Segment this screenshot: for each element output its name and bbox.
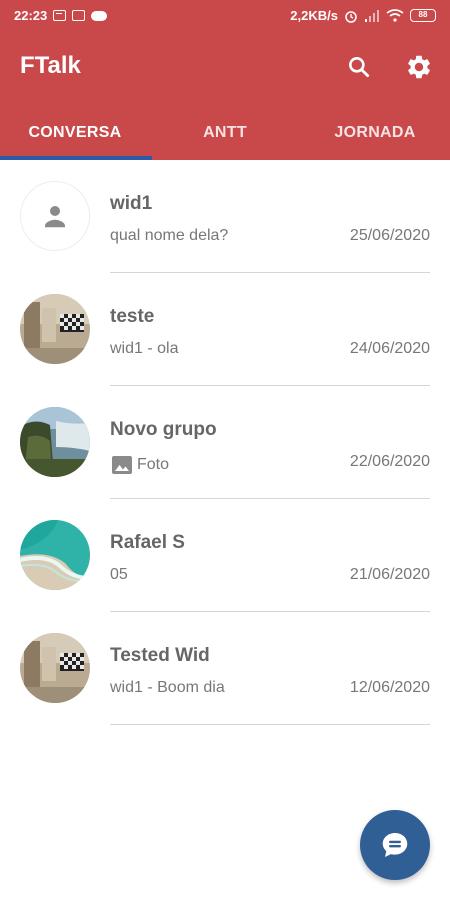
person-icon	[45, 206, 65, 228]
ocean-photo	[20, 520, 90, 590]
image-icon	[112, 456, 132, 474]
chat-item[interactable]: teste wid1 - ola 24/06/2020	[0, 273, 450, 386]
avatar	[20, 633, 90, 703]
status-time: 22:23	[14, 8, 48, 23]
avatar	[20, 294, 90, 364]
network-speed: 2,2KB/s	[290, 8, 338, 23]
chat-preview: wid1 - ola	[110, 340, 178, 358]
search-icon	[349, 57, 370, 78]
chat-preview-text: wid1 - Boom dia	[110, 679, 225, 696]
avatar	[20, 407, 90, 477]
chat-preview-text: qual nome dela?	[110, 227, 229, 244]
room-photo	[20, 633, 90, 703]
calendar-icon	[72, 10, 86, 21]
new-chat-button[interactable]	[360, 810, 430, 880]
tab-conversa[interactable]: CONVERSA	[0, 110, 150, 156]
chat-item[interactable]: wid1 qual nome dela? 25/06/2020	[0, 160, 450, 273]
chat-name: wid1	[110, 193, 153, 214]
signal-icon	[365, 9, 379, 22]
chat-date: 24/06/2020	[349, 340, 430, 357]
chat-preview: wid1 - Boom dia	[110, 679, 225, 697]
chat-name: teste	[110, 306, 155, 327]
settings-button[interactable]	[404, 52, 434, 82]
divider	[110, 724, 430, 725]
chat-preview-text: 05	[110, 566, 128, 583]
chat-name: Novo grupo	[110, 419, 217, 440]
chat-date: 25/06/2020	[349, 227, 430, 244]
chat-date: 21/06/2020	[349, 566, 430, 583]
chat-list: wid1 qual nome dela? 25/06/2020 teste wi…	[0, 160, 450, 725]
room-photo	[20, 294, 90, 364]
chat-item[interactable]: Tested Wid wid1 - Boom dia 12/06/2020	[0, 612, 450, 725]
chat-name: Rafael S	[110, 532, 185, 553]
chat-item[interactable]: Rafael S 05 21/06/2020	[0, 499, 450, 612]
chat-preview-text: wid1 - ola	[110, 340, 179, 357]
app-bar: 22:23 2,2KB/s 88 FTalk CONVERSA ANTT JOR…	[0, 0, 450, 160]
chat-item[interactable]: Novo grupo Foto 22/06/2020	[0, 386, 450, 499]
settings-icon	[408, 55, 430, 79]
avatar	[20, 520, 90, 590]
chat-preview: 05	[110, 566, 128, 584]
battery-icon: 88	[410, 9, 436, 22]
chat-preview: Foto	[110, 453, 169, 477]
cloud-icon	[91, 10, 108, 21]
alarm-icon	[345, 10, 357, 23]
app-title: FTalk	[20, 52, 81, 79]
tab-jornada[interactable]: JORNADA	[300, 110, 450, 156]
wifi-icon	[386, 9, 404, 22]
search-button[interactable]	[344, 52, 374, 82]
chat-preview: qual nome dela?	[110, 227, 228, 245]
waterfall-photo	[20, 407, 90, 477]
chat-date: 12/06/2020	[349, 679, 430, 696]
gmail-icon	[53, 10, 67, 21]
tab-antt[interactable]: ANTT	[150, 110, 300, 156]
chat-preview-text: Foto	[137, 456, 170, 473]
chat-name: Tested Wid	[110, 645, 210, 666]
tab-bar: CONVERSA ANTT JORNADA	[0, 110, 450, 160]
status-bar: 22:23 2,2KB/s 88	[0, 0, 450, 32]
chat-bubble-icon	[382, 833, 408, 857]
chat-date: 22/06/2020	[349, 453, 430, 470]
avatar	[20, 181, 90, 251]
